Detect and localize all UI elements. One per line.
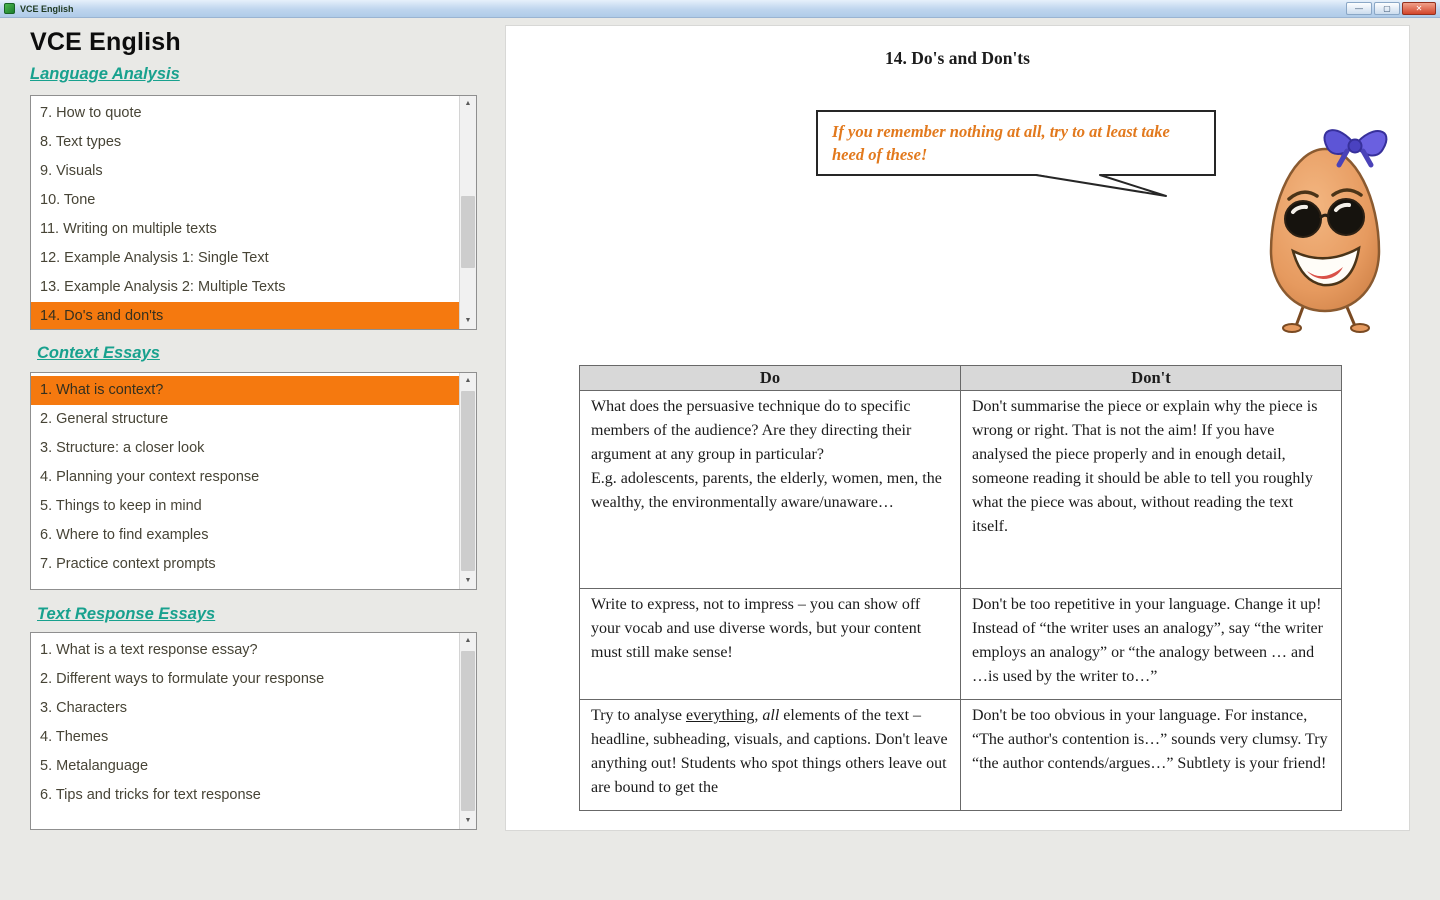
do-cell: What does the persuasive technique do to… [579, 390, 961, 589]
speech-bubble: If you remember nothing at all, try to a… [816, 110, 1216, 176]
list-item[interactable]: 4. Planning your context response [31, 463, 459, 492]
listbox-language-analysis: 7. How to quote 8. Text types 9. Visuals 10… [30, 95, 477, 330]
list-items-language-analysis: 7. How to quote 8. Text types 9. Visuals 10… [31, 96, 459, 329]
content-panel: 14. Do's and Don'ts If you remember noth… [505, 25, 1410, 831]
scroll-down-icon[interactable]: ▼ [460, 313, 476, 329]
section-heading-text-response-essays: Text Response Essays [37, 605, 216, 623]
scrollbar-track[interactable]: ▲ ▼ [459, 373, 476, 589]
list-item[interactable]: 7. How to quote [31, 99, 459, 128]
close-button[interactable]: ✕ [1402, 2, 1436, 15]
speech-bubble-text: If you remember nothing at all, try to a… [832, 122, 1170, 165]
dos-donts-table: Do Don't What does the persuasive techni… [579, 365, 1342, 811]
section-heading-context-essays: Context Essays [37, 344, 160, 362]
do-cell: Write to express, not to impress – you c… [579, 588, 961, 700]
scroll-down-icon[interactable]: ▼ [460, 813, 476, 829]
list-item[interactable]: 2. General structure [31, 405, 459, 434]
list-item-selected[interactable]: 1. What is context? [31, 376, 459, 405]
app-icon [4, 3, 15, 14]
list-item[interactable]: 9. Visuals [31, 157, 459, 186]
table-header-do: Do [579, 365, 961, 391]
table-header-dont: Don't [960, 365, 1342, 391]
scroll-up-icon[interactable]: ▲ [460, 373, 476, 389]
app-title: VCE English [30, 28, 181, 56]
do-cell: Try to analyse everything, all elements … [579, 699, 961, 811]
dont-cell: Don't be too obvious in your language. F… [960, 699, 1342, 811]
scroll-down-icon[interactable]: ▼ [460, 573, 476, 589]
scroll-up-icon[interactable]: ▲ [460, 96, 476, 112]
scrollbar-thumb[interactable] [461, 391, 475, 571]
window-controls: — ▢ ✕ [1346, 2, 1436, 15]
list-item[interactable]: 10. Tone [31, 186, 459, 215]
list-item[interactable]: 11. Writing on multiple texts [31, 215, 459, 244]
maximize-button[interactable]: ▢ [1374, 2, 1400, 15]
list-item[interactable]: 3. Characters [31, 694, 459, 723]
scrollbar-thumb[interactable] [461, 196, 475, 268]
list-item[interactable]: 6. Where to find examples [31, 521, 459, 550]
list-items-context-essays: 1. What is context? 2. General structure 3… [31, 373, 459, 589]
scrollbar-track[interactable]: ▲ ▼ [459, 633, 476, 829]
window-title: VCE English [20, 3, 74, 14]
list-item[interactable]: 1. What is a text response essay? [31, 636, 459, 665]
list-item[interactable]: 12. Example Analysis 1: Single Text [31, 244, 459, 273]
dos-donts-table-body: What does the persuasive technique do to… [579, 390, 1342, 811]
list-item[interactable]: 7. Practice context prompts [31, 550, 459, 579]
list-item[interactable]: 6. Tips and tricks for text response [31, 781, 459, 810]
listbox-text-response-essays: 1. What is a text response essay? 2. Diff… [30, 632, 477, 830]
page-title: 14. Do's and Don'ts [885, 48, 1030, 68]
table-row: Try to analyse everything, all elements … [579, 699, 1342, 811]
scrollbar-track[interactable]: ▲ ▼ [459, 96, 476, 329]
list-item-selected[interactable]: 14. Do's and don'ts [31, 302, 459, 329]
egg-body [1269, 147, 1381, 313]
section-heading-language-analysis: Language Analysis [30, 65, 180, 83]
scrollbar-thumb[interactable] [461, 651, 475, 811]
scroll-up-icon[interactable]: ▲ [460, 633, 476, 649]
minimize-button[interactable]: — [1346, 2, 1372, 15]
list-item[interactable]: 2. Different ways to formulate your resp… [31, 665, 459, 694]
list-item[interactable]: 5. Metalanguage [31, 752, 459, 781]
egg-mascot [1269, 129, 1388, 333]
table-row: Write to express, not to impress – you c… [579, 588, 1342, 700]
dont-cell: Don't summarise the piece or explain why… [960, 390, 1342, 589]
list-item[interactable]: 3. Structure: a closer look [31, 434, 459, 463]
list-item[interactable]: 5. Things to keep in mind [31, 492, 459, 521]
table-row: What does the persuasive technique do to… [579, 390, 1342, 589]
list-item[interactable]: 8. Text types [31, 128, 459, 157]
table-header-row: Do Don't [579, 365, 1342, 391]
list-item[interactable]: 4. Themes [31, 723, 459, 752]
list-item[interactable]: 13. Example Analysis 2: Multiple Texts [31, 273, 459, 302]
list-items-text-response-essays: 1. What is a text response essay? 2. Diff… [31, 633, 459, 829]
speech-bubble-tail [1035, 174, 1167, 197]
dont-cell: Don't be too repetitive in your language… [960, 588, 1342, 700]
listbox-context-essays: 1. What is context? 2. General structure 3… [30, 372, 477, 590]
title-bar: VCE English — ▢ ✕ [0, 0, 1440, 18]
